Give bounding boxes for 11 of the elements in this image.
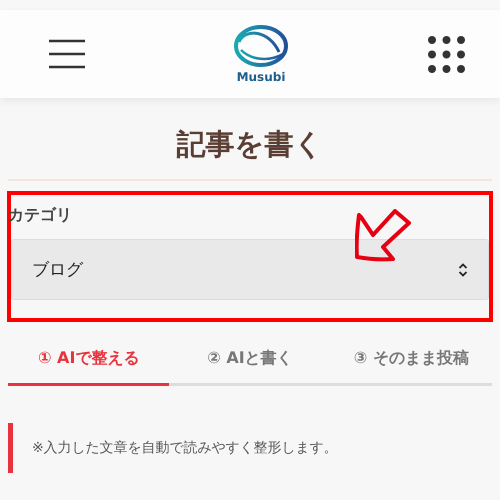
apps-grid-icon[interactable] [428, 36, 465, 72]
logo-text: Musubi [236, 70, 286, 84]
category-select[interactable]: ブログ [11, 239, 489, 300]
menu-icon[interactable] [48, 39, 86, 69]
tab[interactable]: ② AIと書く [169, 340, 331, 386]
page-title: 記事を書く [175, 126, 324, 162]
logo-icon [233, 24, 289, 68]
chevron-updown-icon [458, 262, 468, 278]
note-text: ※入力した文章を自動で読みやすく整形します。 [32, 439, 338, 457]
tab[interactable]: ③ そのまま投稿 [330, 340, 492, 386]
tab[interactable]: ① AIで整える [8, 340, 170, 386]
